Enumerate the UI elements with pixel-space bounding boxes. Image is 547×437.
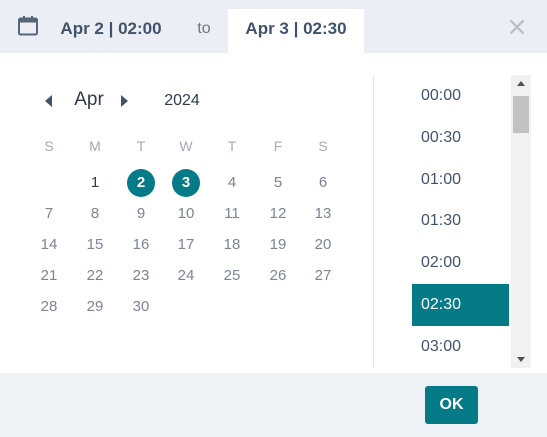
range-end-tab[interactable]: Apr 3 | 02:30 xyxy=(228,9,364,53)
day-cell[interactable]: 21 xyxy=(34,262,64,290)
time-option[interactable]: 00:30 xyxy=(412,117,509,159)
scroll-up-icon[interactable] xyxy=(511,75,531,91)
day-cell[interactable]: 24 xyxy=(171,262,201,290)
day-cell[interactable]: 12 xyxy=(263,200,293,228)
day-cell[interactable]: 13 xyxy=(308,200,338,228)
time-list: 00:00 00:30 01:00 01:30 02:00 02:30 03:00 xyxy=(374,53,511,373)
day-cell-selected[interactable]: 3 xyxy=(171,169,201,197)
day-cell[interactable]: 1 xyxy=(80,169,110,197)
weekday-header: T xyxy=(227,138,237,154)
day-cell[interactable]: 15 xyxy=(80,231,110,259)
day-number: 24 xyxy=(177,267,195,284)
day-number: 18 xyxy=(223,236,241,253)
day-cell[interactable]: 6 xyxy=(308,169,338,197)
day-number: 3 xyxy=(181,174,191,191)
day-cell[interactable]: 17 xyxy=(171,231,201,259)
day-number: 2 xyxy=(136,174,146,191)
range-header: Apr 2 | 02:00 to Apr 3 | 02:30 xyxy=(0,0,547,53)
day-cell[interactable]: 18 xyxy=(217,231,247,259)
calendar-panel: Apr 2024 SMTWTFS 1 2 3 4 5 6 7 8 9 10 11 12 13 14 15 16… xyxy=(0,53,373,373)
day-number: 12 xyxy=(269,205,287,222)
next-month-icon[interactable] xyxy=(117,93,131,109)
year-label[interactable]: 2024 xyxy=(152,91,212,111)
calendar-icon xyxy=(18,16,38,36)
day-number: 20 xyxy=(314,236,332,253)
time-option[interactable]: 01:00 xyxy=(412,159,509,201)
day-cell[interactable]: 8 xyxy=(80,200,110,228)
day-number: 22 xyxy=(86,267,104,284)
month-label[interactable]: Apr xyxy=(64,88,114,112)
day-cell[interactable]: 10 xyxy=(171,200,201,228)
day-number: 16 xyxy=(132,236,150,253)
day-cell[interactable]: 5 xyxy=(263,169,293,197)
time-option[interactable]: 00:00 xyxy=(412,75,509,117)
day-number: 19 xyxy=(269,236,287,253)
footer-bar: OK xyxy=(0,373,547,437)
day-number: 5 xyxy=(273,174,283,191)
day-cell-selected[interactable]: 2 xyxy=(126,169,156,197)
day-cell[interactable]: 25 xyxy=(217,262,247,290)
day-number: 23 xyxy=(132,267,150,284)
ok-button[interactable]: OK xyxy=(425,386,478,424)
day-number: 6 xyxy=(318,174,328,191)
day-number: 10 xyxy=(177,205,195,222)
day-number: 15 xyxy=(86,236,104,253)
time-option-selected[interactable]: 02:30 xyxy=(412,284,509,326)
scroll-down-icon[interactable] xyxy=(511,352,531,368)
day-number: 14 xyxy=(40,236,58,253)
day-number: 30 xyxy=(132,298,150,315)
time-list-scrollbar[interactable] xyxy=(511,75,531,368)
day-cell[interactable]: 27 xyxy=(308,262,338,290)
day-cell[interactable]: 26 xyxy=(263,262,293,290)
day-number: 27 xyxy=(314,267,332,284)
day-number: 9 xyxy=(136,205,146,222)
weekday-header: S xyxy=(318,138,328,154)
day-number: 8 xyxy=(90,205,100,222)
weekday-header: M xyxy=(89,138,101,154)
range-start-tab[interactable]: Apr 2 | 02:00 xyxy=(50,9,172,53)
day-cell[interactable]: 29 xyxy=(80,293,110,321)
day-cell[interactable]: 22 xyxy=(80,262,110,290)
day-number: 4 xyxy=(227,174,237,191)
day-number: 13 xyxy=(314,205,332,222)
time-option[interactable]: 02:00 xyxy=(412,242,509,284)
day-number: 26 xyxy=(269,267,287,284)
day-number: 11 xyxy=(224,205,240,222)
day-cell[interactable]: 19 xyxy=(263,231,293,259)
day-number: 25 xyxy=(223,267,241,284)
day-cell[interactable]: 11 xyxy=(217,200,247,228)
weekday-header: F xyxy=(273,138,283,154)
day-cell[interactable]: 23 xyxy=(126,262,156,290)
day-number: 28 xyxy=(40,298,58,315)
day-number: 21 xyxy=(40,267,58,284)
weekday-header: W xyxy=(179,138,193,154)
range-separator: to xyxy=(197,20,211,37)
close-icon[interactable] xyxy=(505,15,529,39)
day-cell[interactable]: 4 xyxy=(217,169,247,197)
scrollbar-thumb[interactable] xyxy=(513,96,529,133)
day-cell[interactable]: 7 xyxy=(34,200,64,228)
prev-month-icon[interactable] xyxy=(42,93,56,109)
day-cell[interactable]: 30 xyxy=(126,293,156,321)
day-number: 29 xyxy=(86,298,104,315)
day-number: 7 xyxy=(44,205,54,222)
day-cell[interactable]: 20 xyxy=(308,231,338,259)
day-number: 1 xyxy=(90,174,100,191)
weekday-header: S xyxy=(44,138,54,154)
time-option[interactable]: 03:00 xyxy=(412,326,509,368)
day-cell[interactable]: 14 xyxy=(34,231,64,259)
time-option[interactable]: 01:30 xyxy=(412,200,509,242)
day-cell[interactable]: 9 xyxy=(126,200,156,228)
day-cell[interactable]: 16 xyxy=(126,231,156,259)
day-number: 17 xyxy=(177,236,195,253)
day-cell[interactable]: 28 xyxy=(34,293,64,321)
weekday-header: T xyxy=(136,138,146,154)
